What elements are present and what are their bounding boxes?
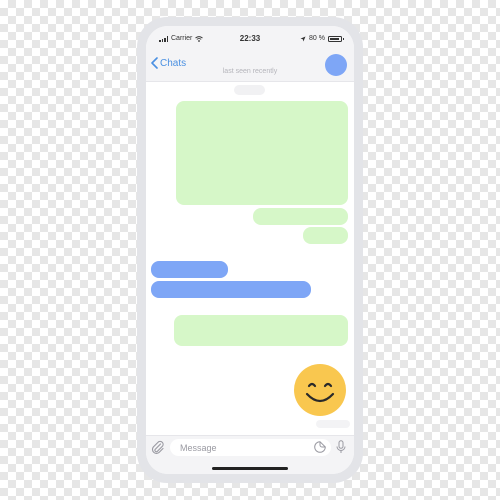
back-label: Chats [160,57,187,69]
battery-icon [328,35,344,42]
smiley-emoji-icon [294,364,346,416]
message-input-bar [146,435,354,474]
date-pill [234,85,265,95]
outgoing-photo-bubble[interactable] [176,101,348,205]
outgoing-message-bubble[interactable] [253,208,348,225]
microphone-icon[interactable] [335,440,347,454]
battery-percent: 80 % [309,35,325,42]
message-input[interactable] [170,439,331,456]
outgoing-message-bubble[interactable] [303,227,348,244]
incoming-message-bubble[interactable] [151,281,311,298]
home-indicator [212,467,288,470]
status-right: 80 % [300,35,344,42]
time-pill [316,420,350,428]
outgoing-message-bubble[interactable] [174,315,348,346]
incoming-message-bubble[interactable] [151,261,228,278]
avatar[interactable] [325,54,347,76]
phone-frame: Carrier 22:33 80 % Chats last seen recen… [137,17,363,483]
phone-screen: Carrier 22:33 80 % Chats last seen recen… [146,26,354,474]
message-list [146,82,354,428]
chat-header: Chats last seen recently [146,50,354,82]
location-arrow-icon [300,36,306,41]
paperclip-icon[interactable] [151,440,165,454]
status-bar: Carrier 22:33 80 % [146,26,354,50]
sticker-icon[interactable] [314,441,326,453]
last-seen-status: last seen recently [222,68,278,75]
